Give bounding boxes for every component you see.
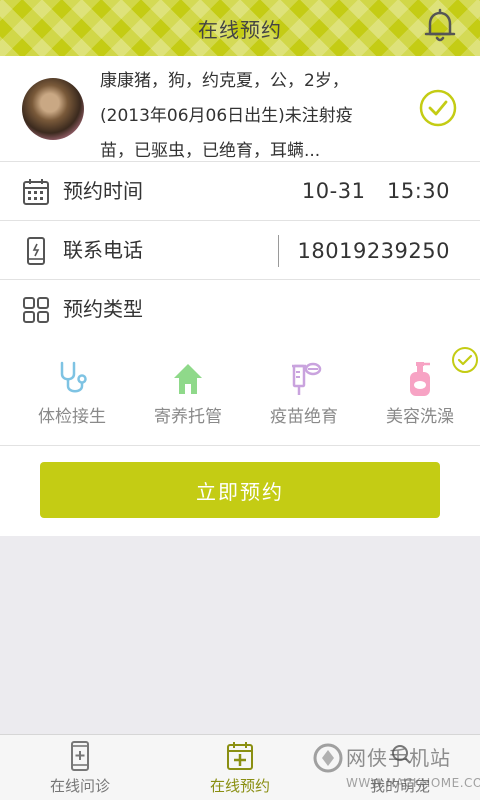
grid-icon [23,297,49,323]
watermark-text: 网侠手机站 [346,746,451,770]
shampoo-bottle-icon [410,362,430,396]
syringe-icon [292,362,322,395]
watermark-logo-icon [313,743,343,773]
type-option-vaccine[interactable]: 疫苗绝育 [244,344,364,444]
pet-avatar [22,78,84,140]
calendar-icon [23,179,49,205]
house-icon [174,364,202,394]
bell-icon[interactable] [420,6,460,46]
contact-phone-input[interactable] [278,235,450,267]
watermark: 网侠手机站 WWW.HACKHOME.COM [312,740,480,800]
selected-check-icon [452,347,478,373]
app-header: 在线预约 [0,0,480,56]
contact-phone-label: 联系电话 [63,238,143,262]
appointment-type-label: 预约类型 [63,297,143,321]
type-option-boarding[interactable]: 寄养托管 [128,344,248,444]
pet-info-row[interactable]: 康康猪，狗，约克夏，公，2岁， (2013年06月06日出生)未注射疫 苗，已驱… [0,56,480,162]
pet-description-line: 康康猪，狗，约克夏，公，2岁， [100,71,349,91]
phone-plus-icon [71,741,89,771]
appointment-type-options: 体检接生 寄养托管 疫苗绝育 美容洗澡 [0,344,480,446]
type-option-label: 体检接生 [38,407,106,427]
nav-item-online-consult[interactable]: 在线问诊 [0,735,160,800]
pet-description-line: (2013年06月06日出生)未注射疫 [100,106,353,126]
mobile-phone-icon [27,237,45,265]
book-now-button[interactable]: 立即预约 [40,462,440,518]
check-circle-icon[interactable] [418,88,458,128]
appointment-time-row[interactable]: 预约时间 10-31 15:30 [0,162,480,221]
appointment-type-row: 预约类型 [0,280,480,339]
type-option-checkup[interactable]: 体检接生 [12,344,132,444]
nav-item-online-booking[interactable]: 在线预约 [160,735,320,800]
pet-description: 康康猪，狗，约克夏，公，2岁， (2013年06月06日出生)未注射疫 苗，已驱… [100,64,385,169]
page-title: 在线预约 [198,17,282,42]
nav-label: 在线预约 [209,777,270,795]
contact-phone-row[interactable]: 联系电话 [0,221,480,280]
appointment-card: 康康猪，狗，约克夏，公，2岁， (2013年06月06日出生)未注射疫 苗，已驱… [0,56,480,536]
type-option-label: 寄养托管 [154,407,222,427]
nav-label: 在线问诊 [49,777,110,795]
type-option-label: 疫苗绝育 [270,407,338,427]
calendar-plus-icon [227,742,253,770]
type-option-label: 美容洗澡 [386,407,454,427]
appointment-time-value[interactable]: 10-31 15:30 [302,162,450,221]
watermark-url: WWW.HACKHOME.COM [346,776,480,790]
stethoscope-icon [60,361,87,393]
appointment-time-label: 预约时间 [63,179,143,203]
